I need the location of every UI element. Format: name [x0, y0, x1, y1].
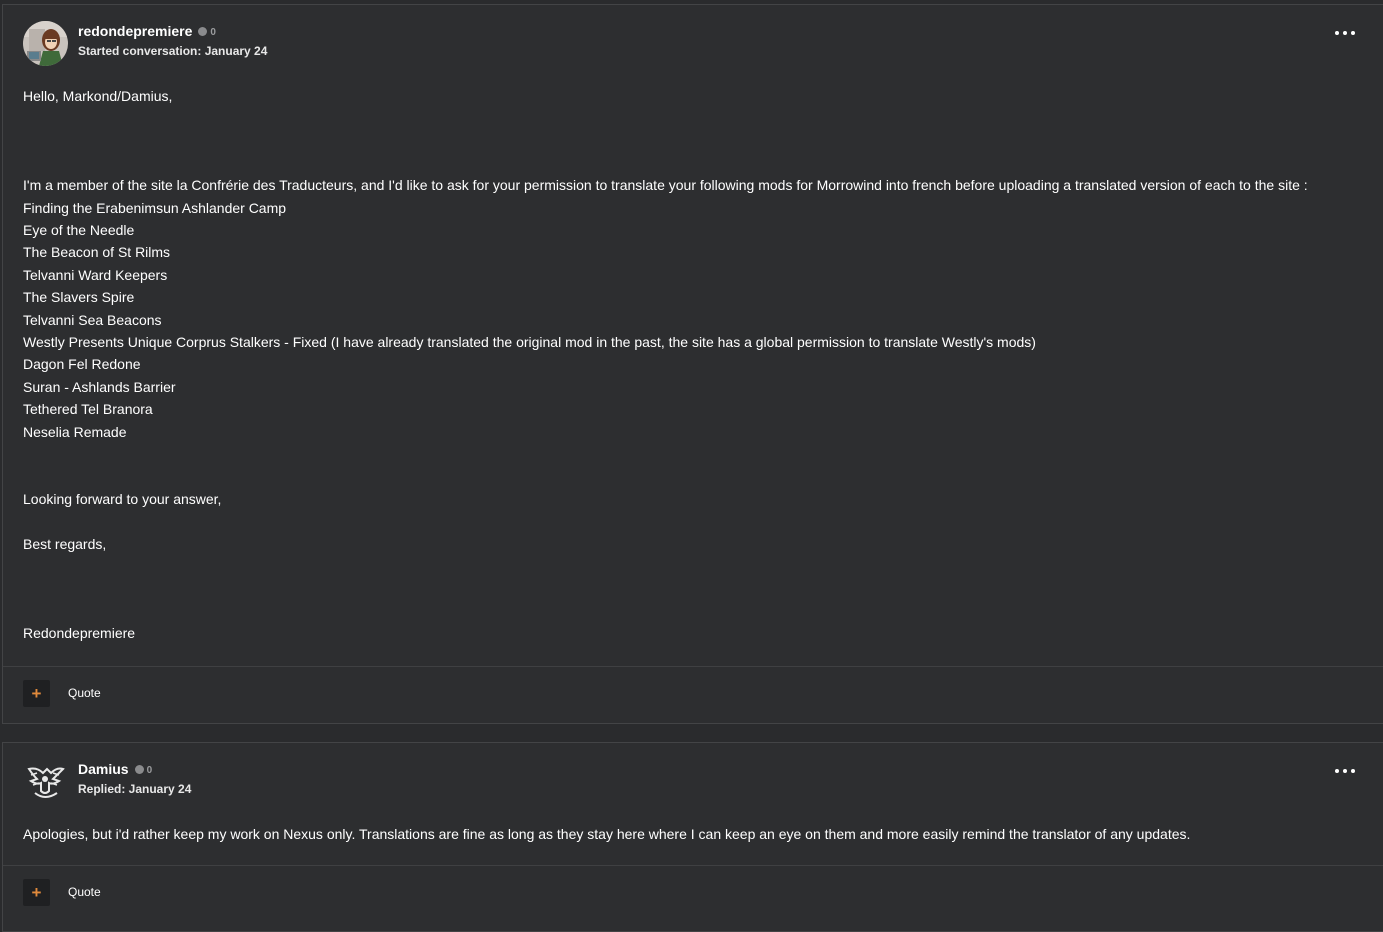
- mod-list-item: Neselia Remade: [23, 424, 127, 440]
- quote-button[interactable]: Quote: [68, 885, 101, 899]
- post-footer: + Quote: [3, 666, 1383, 723]
- reputation-dot-icon: [198, 27, 208, 36]
- reputation-badge: 0: [134, 765, 153, 776]
- multiquote-button[interactable]: +: [23, 879, 50, 906]
- reputation-count: 0: [210, 27, 216, 38]
- author-name-text[interactable]: redondepremiere: [78, 23, 192, 39]
- author-name[interactable]: Damius 0: [78, 761, 152, 777]
- message-line: Hello, Markond/Damius,: [23, 88, 173, 104]
- mod-list-item: Suran - Ashlands Barrier: [23, 379, 176, 395]
- mod-list-item: The Slavers Spire: [23, 289, 135, 305]
- emblem-avatar-icon: [23, 759, 68, 804]
- author-name-text[interactable]: Damius: [78, 761, 129, 777]
- post-date: Replied: January 24: [78, 782, 192, 796]
- user-avatar[interactable]: [23, 759, 68, 804]
- message-line: Looking forward to your answer,: [23, 491, 222, 507]
- mod-list-item: Finding the Erabenimsun Ashlander Camp: [23, 200, 287, 216]
- author-name[interactable]: redondepremiere 0: [78, 23, 216, 39]
- mod-list-item: Eye of the Needle: [23, 222, 135, 238]
- multiquote-button[interactable]: +: [23, 680, 50, 707]
- mod-list-item: Telvanni Sea Beacons: [23, 312, 162, 328]
- message-post: redondepremiere 0 Started conversation: J…: [2, 4, 1383, 724]
- post-date: Started conversation: January 24: [78, 44, 268, 58]
- mod-list-item: Tethered Tel Branora: [23, 401, 153, 417]
- message-line: I'm a member of the site la Confrérie de…: [23, 177, 1308, 193]
- message-post: Damius 0 Replied: January 24 Apologies, b…: [2, 742, 1383, 932]
- mod-list-item: Dagon Fel Redone: [23, 356, 141, 372]
- reputation-count: 0: [146, 765, 153, 776]
- more-options-icon[interactable]: [1333, 25, 1357, 41]
- user-avatar[interactable]: [23, 21, 68, 66]
- message-line: Best regards,: [23, 536, 107, 552]
- mod-list-item: Westly Presents Unique Corprus Stalkers …: [23, 334, 1036, 350]
- mod-list-item: Telvanni Ward Keepers: [23, 267, 168, 283]
- message-line: Redondepremiere: [23, 625, 136, 641]
- user-avatar-cartoon-icon: [23, 21, 68, 66]
- quote-button[interactable]: Quote: [68, 686, 101, 700]
- mod-list-item: The Beacon of St Rilms: [23, 244, 171, 260]
- post-footer: + Quote: [3, 865, 1383, 922]
- message-line: Apologies, but i'd rather keep my work o…: [23, 826, 1191, 842]
- reputation-badge: 0: [198, 27, 216, 38]
- more-options-icon[interactable]: [1333, 763, 1357, 779]
- reputation-dot-icon: [134, 765, 144, 774]
